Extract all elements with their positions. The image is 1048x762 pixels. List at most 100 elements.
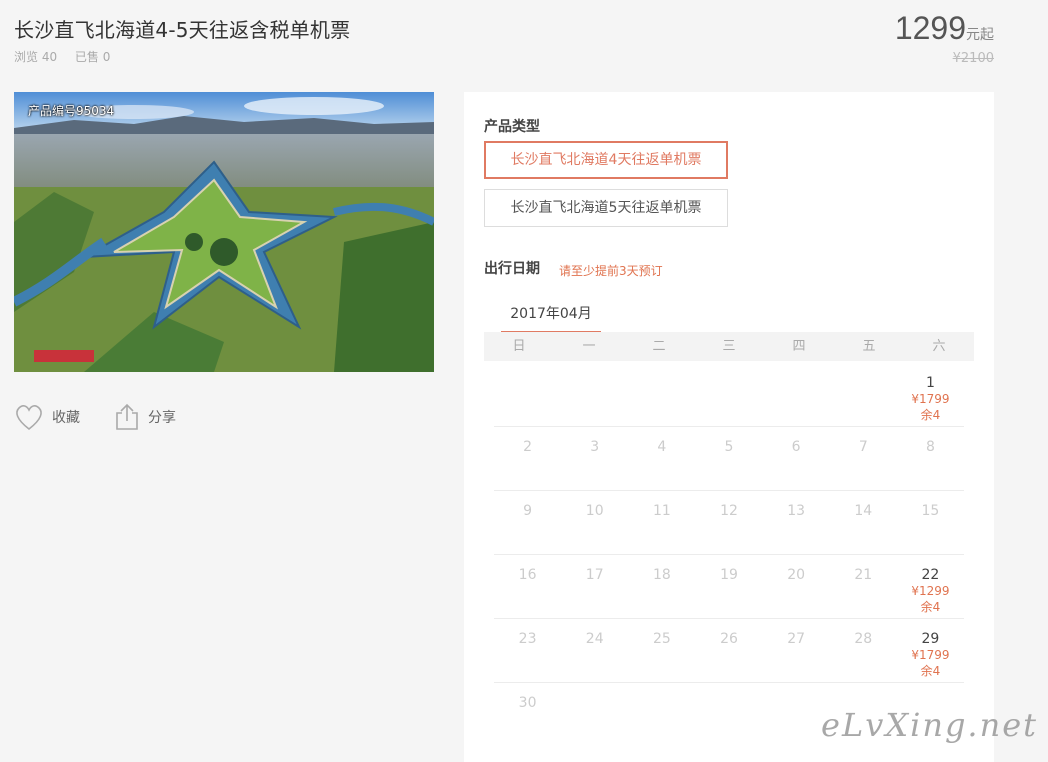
calendar-day: 9 [494,491,561,554]
day-number: 27 [787,631,806,647]
day-price: ¥1799 [911,392,950,406]
calendar-day[interactable]: 29 ¥1799 余4 [897,619,964,682]
booking-panel: 产品类型 长沙直飞北海道4天往返单机票 长沙直飞北海道5天往返单机票 出行日期 … [464,92,994,762]
day-number: 29 [921,631,940,647]
day-number: 26 [720,631,738,647]
product-photo: 产品编号95034 [14,92,434,372]
share-label: 分享 [148,410,176,426]
day-number: 15 [921,503,940,519]
day-number: 23 [518,631,537,647]
calendar-day: 15 [897,491,964,554]
calendar-day: 16 [494,555,561,618]
calendar-day: 17 [561,555,628,618]
weekday-header: 日一二三四五六 [484,332,974,361]
watermark: eLvXing.net [821,706,1038,744]
product-type-options: 长沙直飞北海道4天往返单机票 长沙直飞北海道5天往返单机票 [484,141,728,237]
calendar-day: 6 [763,427,830,490]
product-stats: 浏览 40 已售 0 [14,48,124,65]
day-number: 3 [590,439,600,455]
weekday-label: 五 [862,339,876,354]
aerial-fort-photo [14,92,434,372]
calendar-day: 30 [494,683,561,747]
day-price: ¥1299 [911,584,950,598]
price-block: 1299元起 ¥2100 [895,10,994,66]
day-number: 21 [854,567,873,583]
type-option-5day[interactable]: 长沙直飞北海道5天往返单机票 [484,189,728,227]
calendar-empty-cell [763,363,830,426]
day-number: 14 [854,503,873,519]
calendar-day: 14 [830,491,897,554]
calendar-week: 16 17 18 19 20 21 22 ¥1299 余4 [494,555,964,619]
day-number: 2 [523,439,533,455]
share-icon [116,403,138,430]
day-number: 9 [523,503,533,519]
product-type-label: 产品类型 [484,119,540,135]
weekday-label: 日 [512,339,526,354]
day-number: 5 [724,439,734,455]
original-price: ¥2100 [952,51,994,66]
day-number: 8 [925,439,935,455]
current-price: 1299 [894,10,966,46]
calendar-empty-cell [494,363,561,426]
day-remaining: 余4 [920,408,941,422]
calendar-empty-cell [695,683,762,747]
calendar-day: 21 [830,555,897,618]
calendar-empty-cell [561,683,628,747]
calendar-day: 18 [628,555,695,618]
day-number: 6 [791,439,801,455]
calendar-day: 3 [561,427,628,490]
calendar-day: 8 [897,427,964,490]
type-option-4day[interactable]: 长沙直飞北海道4天往返单机票 [484,141,728,179]
month-tab[interactable]: 2017年04月 [501,304,601,333]
calendar-day: 12 [695,491,762,554]
travel-date-label: 出行日期 [484,261,540,277]
calendar-day: 23 [494,619,561,682]
day-number: 19 [720,567,738,583]
calendar-day: 19 [695,555,762,618]
calendar-day: 4 [628,427,695,490]
calendar-grid: 1 ¥1799 余4 2 3 4 5 6 7 8 9 10 11 12 13 14 15 16 17 18 19 20 21… [484,363,974,747]
day-number: 12 [720,503,738,519]
price-suffix: 元起 [966,27,994,43]
calendar-empty-cell [763,683,830,747]
day-number: 1 [925,375,935,391]
calendar-empty-cell [830,363,897,426]
day-number: 16 [518,567,537,583]
day-number: 30 [518,695,537,711]
share-button[interactable]: 分享 [114,403,176,431]
day-number: 20 [787,567,806,583]
weekday-label: 六 [932,339,946,354]
day-remaining: 余4 [920,600,941,614]
product-title: 长沙直飞北海道4-5天往返含税单机票 [14,18,351,42]
calendar-day: 25 [628,619,695,682]
calendar-day: 10 [561,491,628,554]
weekday-label: 四 [792,339,806,354]
day-number: 10 [585,503,604,519]
calendar-empty-cell [628,363,695,426]
weekday-label: 二 [652,339,666,354]
calendar-day: 27 [763,619,830,682]
weekday-label: 一 [582,339,596,354]
day-number: 24 [585,631,604,647]
favorite-button[interactable]: 收藏 [14,403,80,431]
sold-count: 已售 0 [74,50,111,64]
calendar-day: 13 [763,491,830,554]
calendar-day[interactable]: 1 ¥1799 余4 [897,363,964,426]
day-number: 18 [652,567,671,583]
calendar-empty-cell [628,683,695,747]
product-code-overlay: 产品编号95034 [28,104,115,118]
calendar-day[interactable]: 22 ¥1299 余4 [897,555,964,618]
action-bar: 收藏 分享 [14,403,210,431]
day-number: 28 [854,631,873,647]
day-number: 4 [657,439,667,455]
calendar-day: 5 [695,427,762,490]
calendar-day: 24 [561,619,628,682]
calendar-week: 9 10 11 12 13 14 15 [494,491,964,555]
booking-hint: 请至少提前3天预订 [559,264,663,278]
calendar-empty-cell [695,363,762,426]
calendar-week: 1 ¥1799 余4 [494,363,964,427]
calendar-week: 23 24 25 26 27 28 29 ¥1799 余4 [494,619,964,683]
calendar-day: 11 [628,491,695,554]
day-price: ¥1799 [911,648,950,662]
calendar-day: 2 [494,427,561,490]
